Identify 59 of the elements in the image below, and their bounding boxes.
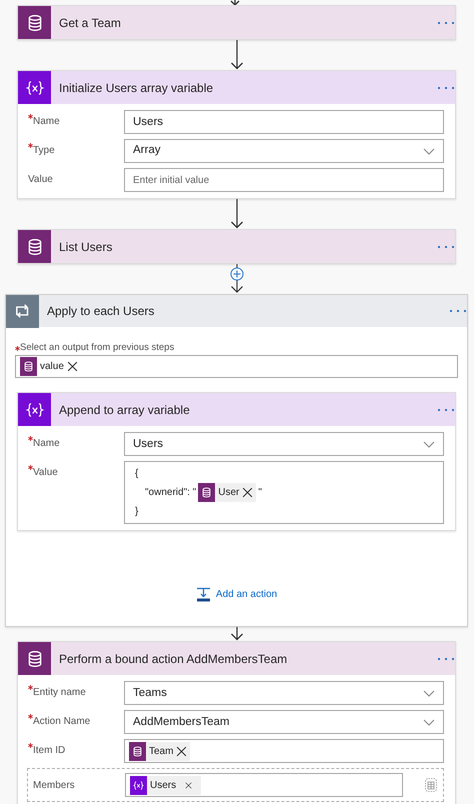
remove-icon[interactable] — [242, 487, 254, 498]
more-options-icon[interactable] — [437, 656, 455, 661]
action-title: Get a Team — [59, 14, 122, 32]
dropdown-field[interactable]: AddMembersTeam — [124, 710, 444, 734]
database-icon — [129, 742, 146, 761]
chevron-down-icon[interactable] — [423, 148, 435, 154]
text-field[interactable]: Enter initial value — [124, 168, 444, 192]
more-options-icon[interactable] — [437, 20, 455, 24]
arrow-connector — [230, 627, 244, 642]
remove-icon[interactable] — [185, 782, 192, 789]
code-text: } — [135, 505, 138, 520]
token-field[interactable]: Users — [125, 773, 403, 798]
field-label: Action Name — [33, 715, 90, 730]
action-title: List Users — [59, 238, 114, 256]
code-field[interactable]: { "ownerid": " User " } — [124, 461, 444, 524]
more-options-icon[interactable] — [437, 86, 455, 90]
field-label: Name — [33, 115, 60, 129]
arrow-connector — [230, 40, 244, 70]
more-options-icon[interactable] — [437, 408, 455, 412]
field-label: Select an output from previous steps — [20, 341, 174, 355]
chevron-down-icon[interactable] — [423, 690, 435, 697]
arrow-connector — [230, 199, 244, 229]
code-text: { — [135, 467, 138, 482]
dropdown-field[interactable]: Teams — [124, 681, 444, 706]
action-title: Initialize Users array variable — [59, 80, 214, 96]
table-icon[interactable] — [425, 778, 437, 792]
field-label: Value — [28, 173, 53, 187]
field-label: Type — [33, 144, 55, 158]
database-icon — [198, 483, 216, 502]
add-action-icon — [196, 587, 211, 602]
token-chip[interactable]: value — [20, 357, 81, 376]
field-label: Item ID — [33, 744, 66, 758]
code-text: " — [258, 486, 262, 500]
database-icon — [20, 357, 37, 376]
dropdown-field[interactable]: Users — [124, 432, 444, 456]
token-chip[interactable]: User — [198, 483, 256, 502]
field-label: Name — [33, 437, 60, 452]
field-label: Entity name — [33, 686, 86, 700]
chevron-down-icon[interactable] — [423, 718, 435, 726]
action-title: Perform a bound action AddMembersTeam — [59, 650, 288, 668]
dropdown-field[interactable]: Array — [124, 139, 444, 163]
more-options-icon[interactable] — [437, 244, 455, 248]
chevron-down-icon[interactable] — [423, 440, 435, 448]
code-text: "ownerid": " — [145, 486, 196, 500]
add-action-link[interactable]: Add an action — [196, 587, 278, 602]
token-chip[interactable]: Team — [129, 742, 190, 761]
token-chip[interactable]: Users — [130, 776, 202, 795]
action-title: Append to array variable — [59, 402, 191, 419]
token-field[interactable]: value — [15, 355, 458, 378]
remove-icon[interactable] — [66, 361, 78, 372]
loop-title: Apply to each Users — [47, 303, 156, 320]
token-field[interactable]: Team — [124, 739, 444, 764]
insert-step-arrow[interactable] — [230, 264, 244, 294]
text-field[interactable]: Users — [124, 110, 444, 134]
variable-icon — [130, 776, 147, 795]
more-options-icon[interactable] — [449, 309, 467, 313]
field-label: Members — [33, 778, 75, 793]
remove-icon[interactable] — [176, 746, 188, 757]
field-label: Value — [33, 466, 58, 480]
